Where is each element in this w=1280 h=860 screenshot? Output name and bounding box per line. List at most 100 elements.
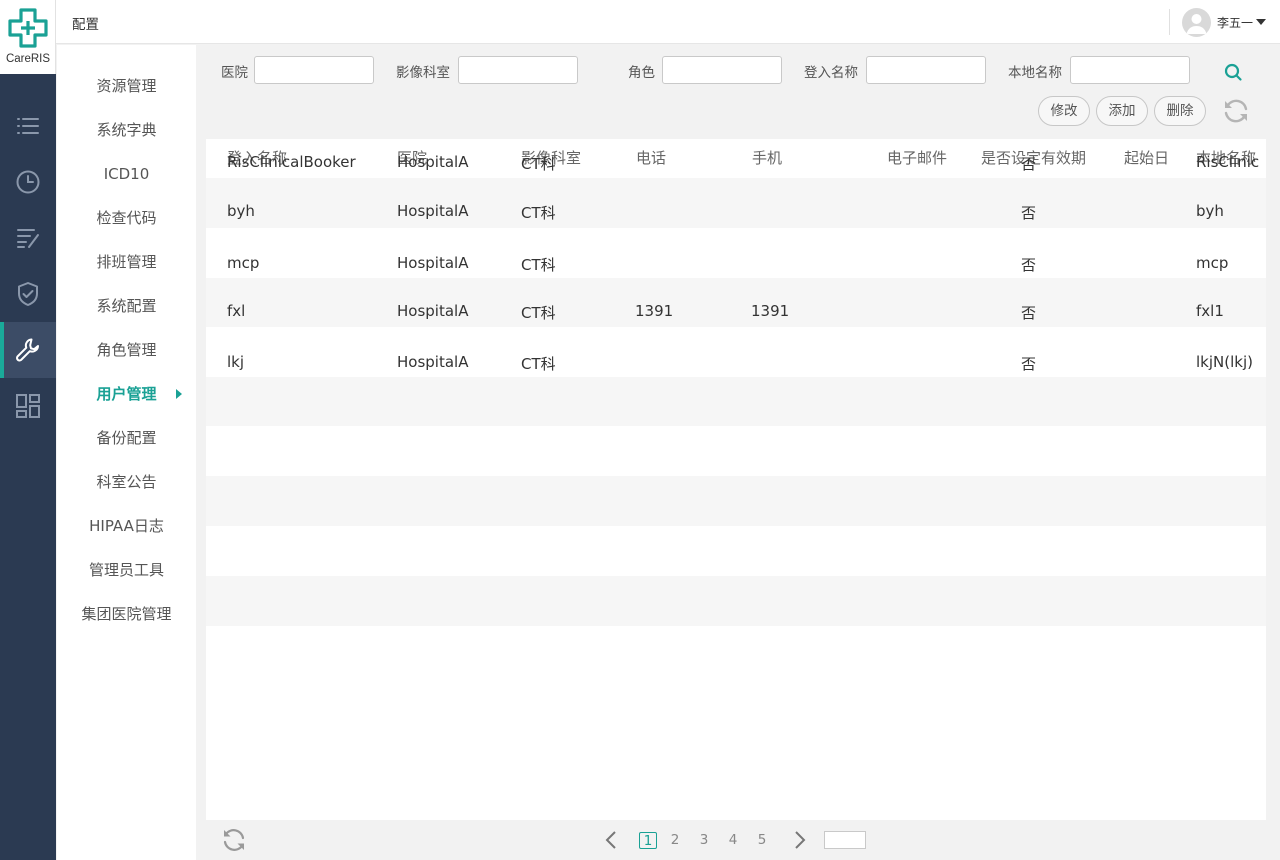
table-cell: HospitalA (397, 202, 469, 220)
sidebar-item-schedule[interactable]: 排班管理 (57, 240, 196, 284)
col-start-date[interactable]: 起始日 (1124, 139, 1169, 178)
sidebar-item-announcement[interactable]: 科室公告 (57, 460, 196, 504)
col-mobile[interactable]: 手机 (752, 139, 782, 178)
avatar (1182, 7, 1211, 37)
sidebar-item-backup[interactable]: 备份配置 (57, 416, 196, 460)
table-cell: byh (227, 202, 255, 220)
page-3[interactable]: 3 (695, 832, 713, 849)
table-cell: CT科 (521, 256, 556, 274)
user-avatar-icon (1186, 13, 1207, 34)
table-cell: 否 (1021, 204, 1036, 222)
header-divider (1169, 9, 1170, 35)
table-cell: 否 (1021, 355, 1036, 373)
hospital-label: 医院 (221, 65, 248, 81)
edit-button[interactable]: 修改 (1038, 96, 1090, 126)
table-cell: RisClinicalBooker (227, 153, 356, 171)
user-name: 李五一 (1217, 15, 1254, 30)
sidebar-item-roles[interactable]: 角色管理 (57, 328, 196, 372)
rail-security-button[interactable] (0, 266, 56, 322)
dept-input[interactable] (458, 56, 578, 84)
page-1[interactable]: 1 (639, 832, 657, 849)
rail-dashboard-button[interactable] (0, 378, 56, 434)
shield-check-icon (18, 282, 38, 306)
add-button[interactable]: 添加 (1096, 96, 1148, 126)
refresh-icon (223, 829, 245, 851)
login-name-label: 登入名称 (804, 65, 858, 81)
table-cell: fxl1 (1196, 302, 1224, 320)
sidebar-item-admin-tools[interactable]: 管理员工具 (57, 548, 196, 592)
table-cell: fxl (227, 302, 246, 320)
page-5[interactable]: 5 (753, 832, 771, 849)
chevron-left-icon (605, 831, 616, 849)
table-cell: HospitalA (397, 254, 469, 272)
sidebar-item-exam-code[interactable]: 检查代码 (57, 196, 196, 240)
col-phone[interactable]: 电话 (636, 139, 666, 178)
table-cell: 1391 (635, 302, 674, 320)
empty-table-row (206, 576, 1266, 626)
sidebar-item-users[interactable]: 用户管理 (57, 372, 196, 416)
top-header: 配置 李五一 (56, 0, 1280, 44)
search-button[interactable] (1221, 60, 1245, 84)
table-cell: lkjN(lkj) (1196, 353, 1253, 371)
rail-list-button[interactable] (0, 98, 56, 154)
local-name-label: 本地名称 (1008, 65, 1062, 81)
clock-icon (16, 170, 40, 194)
main-rail: CareRIS (0, 0, 56, 860)
rail-config-button[interactable] (0, 322, 56, 378)
caret-right-icon (176, 389, 182, 399)
table-row[interactable]: fxl HospitalA CT科 1391 1391 否 fxl1 (206, 302, 1266, 476)
sidebar-item-resource[interactable]: 资源管理 (57, 64, 196, 108)
table-cell: 否 (1021, 155, 1036, 173)
sidebar-item-group-hospital[interactable]: 集团医院管理 (57, 592, 196, 636)
table-cell: 否 (1021, 256, 1036, 274)
table-cell: CT科 (521, 155, 556, 173)
table-row[interactable]: mcp HospitalA CT科否 mcp (206, 254, 1266, 426)
rail-report-button[interactable] (0, 210, 56, 266)
login-name-input[interactable] (866, 56, 986, 84)
chevron-down-icon (1256, 19, 1267, 25)
table-cell: lkj (227, 353, 245, 371)
page-2[interactable]: 2 (666, 832, 684, 849)
table-cell: CT科 (521, 304, 556, 322)
wrench-icon (16, 338, 39, 362)
sidebar-item-system-config[interactable]: 系统配置 (57, 284, 196, 328)
table-cell: 1391 (751, 302, 790, 320)
table-cell: CT科 (521, 355, 556, 373)
table-cell: 否 (1021, 304, 1036, 322)
logo: CareRIS (0, 0, 56, 74)
table-cell: HospitalA (397, 153, 469, 171)
role-label: 角色 (628, 65, 655, 81)
role-input[interactable] (662, 56, 782, 84)
user-menu[interactable]: 李五一 (1182, 7, 1267, 37)
list-icon (17, 118, 39, 134)
delete-button[interactable]: 删除 (1154, 96, 1206, 126)
next-page-button[interactable] (789, 829, 809, 851)
dashboard-grid-icon (16, 394, 40, 418)
table-cell: byh (1196, 202, 1224, 220)
chevron-right-icon (795, 831, 806, 849)
empty-table-row (206, 526, 1266, 576)
rail-history-button[interactable] (0, 154, 56, 210)
table-cell: mcp (227, 254, 260, 272)
sidebar-item-icd10[interactable]: ICD10 (57, 152, 196, 196)
page-jump-input[interactable] (824, 831, 866, 849)
page-4[interactable]: 4 (724, 832, 742, 849)
local-name-input[interactable] (1070, 56, 1190, 84)
pager-refresh-button[interactable] (219, 825, 249, 855)
empty-table-row (206, 626, 1266, 676)
sidebar-item-users-label: 用户管理 (96, 385, 157, 403)
table-cell: mcp (1196, 254, 1229, 272)
page-title: 配置 (72, 17, 99, 33)
table-row[interactable]: lkj HospitalA CT科 否 lkjN(lkj) (206, 353, 1266, 526)
edit-report-icon (17, 229, 39, 248)
table-cell: RisClinic (1196, 153, 1260, 171)
config-sidebar: 资源管理 系统字典 ICD10 检查代码 排班管理 系统配置 角色管理 用户管理… (57, 45, 196, 860)
sidebar-item-hipaa-log[interactable]: HIPAA日志 (57, 504, 196, 548)
prev-page-button[interactable] (602, 829, 622, 851)
hospital-input[interactable] (254, 56, 374, 84)
logo-text: CareRIS (5, 53, 51, 65)
search-icon (1224, 63, 1242, 81)
sidebar-item-dictionary[interactable]: 系统字典 (57, 108, 196, 152)
refresh-button[interactable] (1221, 96, 1251, 126)
col-email[interactable]: 电子邮件 (887, 139, 947, 178)
